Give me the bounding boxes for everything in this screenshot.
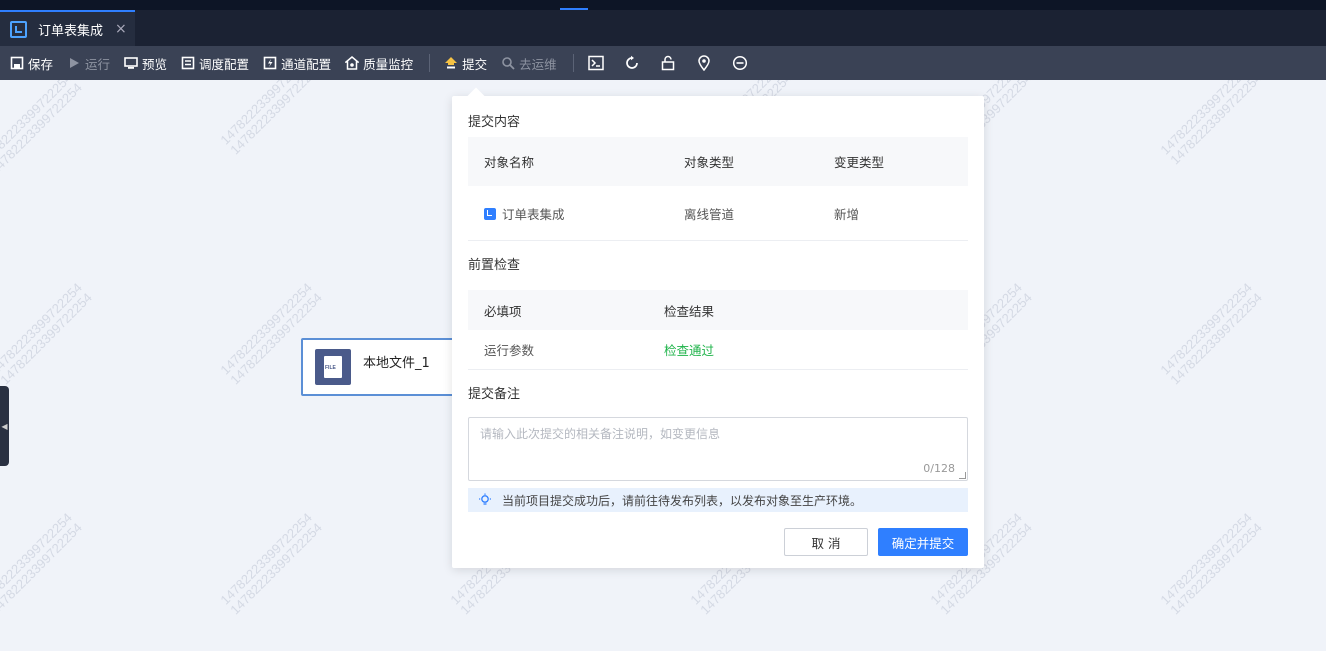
node-label: 本地文件_1 <box>363 355 430 371</box>
submit-content-title: 提交内容 <box>468 115 521 130</box>
table-row: 订单表集成 离线管道 新增 <box>468 186 968 241</box>
local-file-node[interactable]: FILE 本地文件_1 <box>301 338 461 396</box>
change-type-cell: 新增 <box>834 206 860 222</box>
refresh-icon[interactable] <box>624 55 641 72</box>
save-icon <box>10 56 24 70</box>
watermark: 1478222339972225414782223399722254 <box>1157 80 1265 168</box>
channel-config-button[interactable]: 通道配置 <box>263 54 331 73</box>
channel-config-icon <box>263 56 277 70</box>
schedule-config-button[interactable]: 调度配置 <box>181 54 249 73</box>
minus-circle-icon[interactable] <box>732 55 749 72</box>
toolbar-divider <box>429 54 431 72</box>
tab-title: 订单表集成 <box>38 23 104 39</box>
submit-dialog: 提交内容 对象名称 对象类型 变更类型 订单表集成 离线管道 新增 前置检查 必… <box>452 87 984 568</box>
ops-button[interactable]: 去运维 <box>501 54 557 73</box>
top-strip <box>0 0 1326 10</box>
location-pin-icon[interactable] <box>696 55 713 72</box>
precheck-table-header: 必填项 检查结果 <box>468 290 968 330</box>
remark-title: 提交备注 <box>468 387 521 402</box>
pipeline-icon <box>10 20 27 38</box>
table-row: 运行参数 检查通过 <box>468 330 968 370</box>
watermark: 1478222339972225414782223399722254 <box>0 80 85 178</box>
cancel-button[interactable]: 取 消 <box>784 528 868 556</box>
preview-label: 预览 <box>142 56 168 72</box>
check-result-cell: 检查通过 <box>664 343 715 358</box>
required-item-cell: 运行参数 <box>484 343 535 358</box>
submit-label: 提交 <box>462 56 488 72</box>
lightbulb-icon <box>479 493 491 505</box>
tab-order-integration[interactable]: 订单表集成 × <box>0 10 135 46</box>
caret-left-icon: ◀ <box>1 421 8 431</box>
confirm-submit-button[interactable]: 确定并提交 <box>878 528 968 556</box>
submit-tip: 当前项目提交成功后，请前往待发布列表，以发布对象至生产环境。 <box>468 488 968 512</box>
save-label: 保存 <box>28 56 54 72</box>
remark-field: 0/128 <box>468 417 968 481</box>
lock-icon[interactable] <box>660 55 677 72</box>
tab-bar: 订单表集成 × <box>0 10 1326 46</box>
watermark: 1478222339972225414782223399722254 <box>1157 279 1265 388</box>
watermark: 1478222339972225414782223399722254 <box>1157 509 1265 618</box>
col-required-item: 必填项 <box>484 303 522 319</box>
resize-handle[interactable] <box>959 472 966 479</box>
save-button[interactable]: 保存 <box>10 54 53 73</box>
watermark: 1478222339972225414782223399722254 <box>217 80 325 158</box>
quality-monitor-button[interactable]: 质量监控 <box>345 54 413 73</box>
ops-icon <box>501 56 515 70</box>
col-check-result: 检查结果 <box>664 303 715 319</box>
toolbar: 保存 运行 预览 调度配置 通道配置 质量监控 提交 去运维 <box>0 46 1326 80</box>
watermark: 1478222339972225414782223399722254 <box>0 509 85 618</box>
watermark: 1478222339972225414782223399722254 <box>217 509 325 618</box>
preview-icon <box>124 56 138 70</box>
schedule-config-icon <box>181 56 195 70</box>
col-change-type: 变更类型 <box>834 155 885 170</box>
submit-button[interactable]: 提交 <box>444 54 487 73</box>
watermark: 1478222339972225414782223399722254 <box>0 279 95 388</box>
ops-label: 去运维 <box>519 56 557 72</box>
content-table-header: 对象名称 对象类型 变更类型 <box>468 137 968 186</box>
channel-config-label: 通道配置 <box>281 56 332 72</box>
col-object-type: 对象类型 <box>684 155 735 170</box>
submit-icon <box>444 56 458 70</box>
terminal-icon[interactable] <box>588 55 605 72</box>
quality-monitor-icon <box>345 56 360 70</box>
remark-textarea[interactable] <box>469 418 967 480</box>
close-icon[interactable]: × <box>115 21 127 37</box>
object-type-cell: 离线管道 <box>684 206 735 222</box>
schedule-config-label: 调度配置 <box>199 56 250 72</box>
run-button[interactable]: 运行 <box>67 54 110 73</box>
run-label: 运行 <box>85 56 111 72</box>
col-object-name: 对象名称 <box>484 155 535 170</box>
preview-button[interactable]: 预览 <box>124 54 167 73</box>
quality-monitor-label: 质量监控 <box>363 56 414 72</box>
remark-counter: 0/128 <box>923 462 955 475</box>
run-icon <box>67 56 81 70</box>
toolbar-divider <box>572 54 574 72</box>
pipeline-icon <box>484 207 496 220</box>
precheck-title: 前置检查 <box>468 258 521 273</box>
tip-text: 当前项目提交成功后，请前往待发布列表，以发布对象至生产环境。 <box>502 493 863 508</box>
object-name-cell: 订单表集成 <box>484 204 565 223</box>
side-panel-handle[interactable]: ◀ <box>0 386 9 466</box>
file-icon: FILE <box>315 349 351 385</box>
